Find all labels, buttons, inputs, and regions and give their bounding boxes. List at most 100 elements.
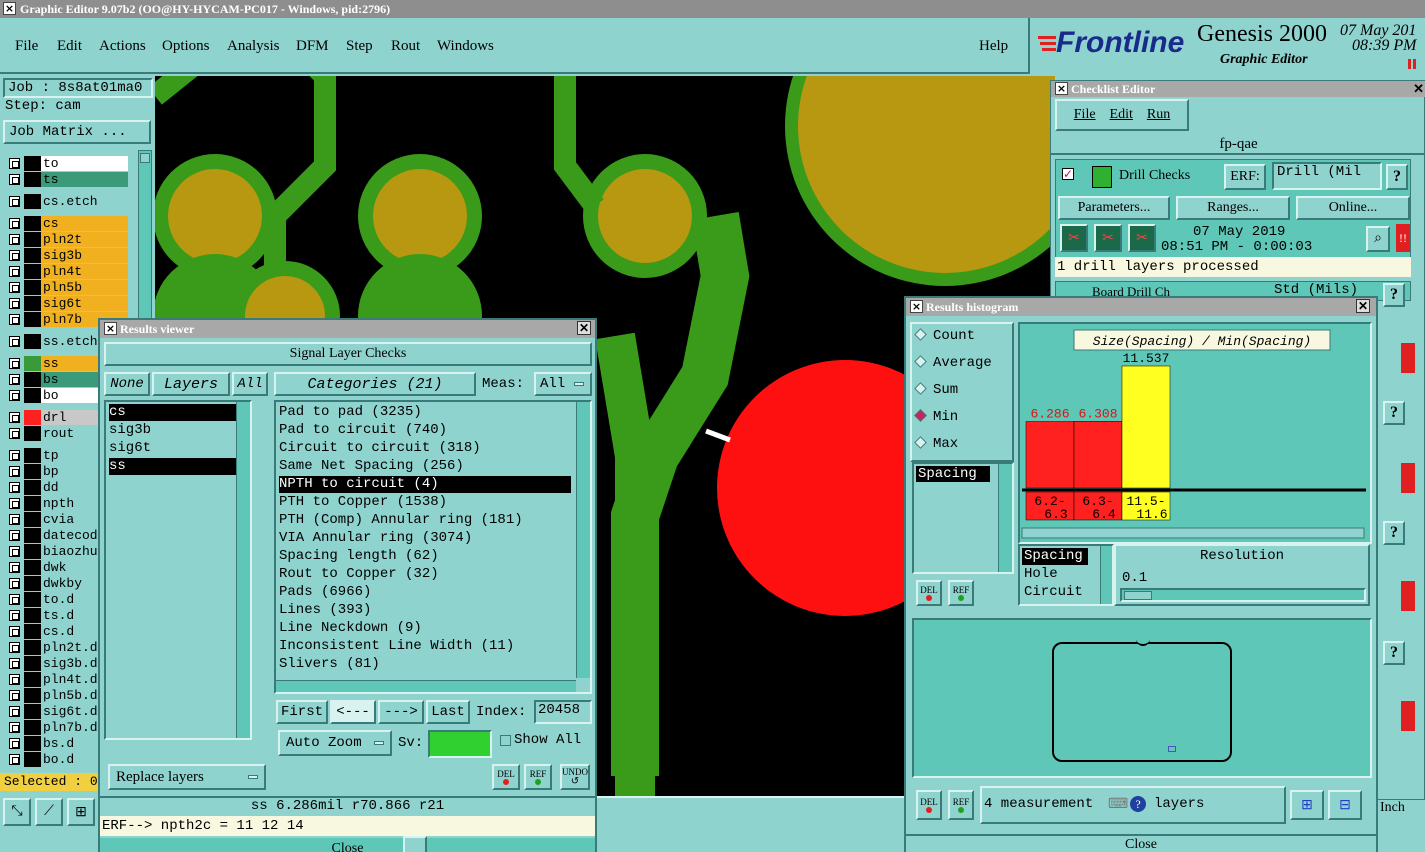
run-check-icon-2[interactable]: ✂ xyxy=(1094,224,1122,252)
layer-checkbox[interactable] xyxy=(9,158,20,169)
layer-row-pln4t[interactable]: pln4t xyxy=(6,264,128,279)
layer-swatch[interactable] xyxy=(24,688,41,703)
layer-swatch[interactable] xyxy=(24,156,41,171)
grid-tool-icon[interactable]: ⊞ xyxy=(67,798,95,826)
layer-checkbox[interactable] xyxy=(9,690,20,701)
layer-swatch[interactable] xyxy=(24,388,41,403)
layer-swatch[interactable] xyxy=(24,704,41,719)
rv-category-item[interactable]: Pads (6966) xyxy=(279,584,571,601)
rv-layer-item[interactable]: sig3b xyxy=(109,422,247,439)
layer-swatch[interactable] xyxy=(24,720,41,735)
rv-category-item[interactable]: Circuit to circuit (318) xyxy=(279,440,571,457)
type-hole[interactable]: Hole xyxy=(1024,566,1058,582)
results-viewer-close-icon[interactable]: ✕ xyxy=(577,321,591,335)
export-icon[interactable]: ⊞ xyxy=(1290,790,1324,820)
categories-button[interactable]: Categories (21) xyxy=(274,372,476,396)
layer-name[interactable]: ts xyxy=(41,172,128,187)
histogram-close-button[interactable]: Close xyxy=(906,834,1376,852)
del-button[interactable]: DEL xyxy=(492,764,520,790)
layer-row-cs-etch[interactable]: cs.etch xyxy=(6,194,128,209)
layer-checkbox[interactable] xyxy=(9,450,20,461)
rv-layer-item[interactable]: ss xyxy=(109,458,247,475)
index-input[interactable]: 20458 xyxy=(534,700,592,724)
run-check-icon-3[interactable]: ✂ xyxy=(1128,224,1156,252)
layer-checkbox[interactable] xyxy=(9,314,20,325)
layer-checkbox[interactable] xyxy=(9,722,20,733)
layer-row-to[interactable]: to xyxy=(6,156,128,171)
layer-checkbox[interactable] xyxy=(9,390,20,401)
layers-all-button[interactable]: All xyxy=(232,372,268,396)
layer-checkbox[interactable] xyxy=(9,498,20,509)
checklist-menu-file[interactable]: File xyxy=(1074,107,1096,123)
layer-checkbox[interactable] xyxy=(9,298,20,309)
layer-name[interactable]: to xyxy=(41,156,128,171)
run-check-icon[interactable]: ✂ xyxy=(1060,224,1088,252)
type-list-scrollbar[interactable] xyxy=(1100,546,1112,604)
layers-button[interactable]: Layers xyxy=(152,372,230,396)
hist-ref-button[interactable]: REF xyxy=(948,580,974,606)
layer-name[interactable]: cs.etch xyxy=(41,194,128,209)
resolution-slider-thumb[interactable] xyxy=(1124,591,1152,600)
layer-checkbox[interactable] xyxy=(9,578,20,589)
mode-max[interactable]: Max xyxy=(914,436,958,452)
rv-category-item[interactable]: Same Net Spacing (256) xyxy=(279,458,571,475)
mode-count[interactable]: Count xyxy=(914,328,975,344)
layer-swatch[interactable] xyxy=(24,448,41,463)
layer-checkbox[interactable] xyxy=(9,250,20,261)
layer-row-pln5b[interactable]: pln5b xyxy=(6,280,128,295)
next-button[interactable]: ---> xyxy=(378,700,424,724)
hist-del2-button[interactable]: DEL xyxy=(916,790,942,820)
layer-checkbox[interactable] xyxy=(9,738,20,749)
check3-help-button[interactable]: ? xyxy=(1383,401,1405,425)
layer-checkbox[interactable] xyxy=(9,428,20,439)
zoom-tool-icon[interactable]: ⤡ xyxy=(3,798,31,826)
layer-swatch[interactable] xyxy=(24,512,41,527)
layers-list-scrollbar[interactable] xyxy=(236,402,250,738)
rv-category-item[interactable]: NPTH to circuit (4) xyxy=(279,476,571,493)
layer-checkbox[interactable] xyxy=(9,218,20,229)
layer-swatch[interactable] xyxy=(24,656,41,671)
histogram-menu-icon[interactable]: × xyxy=(910,300,923,313)
layer-swatch[interactable] xyxy=(24,334,41,349)
layer-swatch[interactable] xyxy=(24,356,41,371)
mode-min[interactable]: Min xyxy=(914,409,958,425)
histogram-bar[interactable] xyxy=(1025,421,1075,489)
rv-layer-item[interactable]: sig6t xyxy=(109,440,247,457)
layer-row-ts[interactable]: ts xyxy=(6,172,128,187)
first-button[interactable]: First xyxy=(276,700,328,724)
categories-hscrollbar[interactable] xyxy=(276,680,576,692)
layer-swatch[interactable] xyxy=(24,280,41,295)
help-icon[interactable]: ? xyxy=(1130,796,1146,812)
mode-average[interactable]: Average xyxy=(914,355,992,371)
histogram-bar[interactable] xyxy=(1121,365,1171,489)
categories-scrollbar[interactable] xyxy=(576,402,590,678)
results-viewer-menu-icon[interactable]: × xyxy=(104,322,117,335)
layer-checkbox[interactable] xyxy=(9,674,20,685)
radio-diamond-icon[interactable] xyxy=(914,436,927,449)
layer-checkbox[interactable] xyxy=(9,412,20,423)
menu-actions[interactable]: Actions xyxy=(99,38,146,55)
layer-swatch[interactable] xyxy=(24,372,41,387)
layer-name[interactable]: pln5b xyxy=(41,280,128,295)
layer-checkbox[interactable] xyxy=(9,546,20,557)
menu-edit[interactable]: Edit xyxy=(57,38,82,55)
layer-checkbox[interactable] xyxy=(9,594,20,605)
layer-checkbox[interactable] xyxy=(9,658,20,669)
menu-rout[interactable]: Rout xyxy=(391,38,420,55)
type-circuit[interactable]: Circuit xyxy=(1024,584,1083,600)
layer-row-cs[interactable]: cs xyxy=(6,216,128,231)
rv-category-item[interactable]: PTH (Comp) Annular ring (181) xyxy=(279,512,571,529)
layer-checkbox[interactable] xyxy=(9,610,20,621)
radio-diamond-icon[interactable] xyxy=(914,328,927,341)
sv-color-select[interactable] xyxy=(428,730,492,758)
check-drill-checkbox[interactable]: ✓ xyxy=(1062,168,1074,180)
chart-hscrollbar[interactable] xyxy=(1021,527,1365,539)
layer-name[interactable]: sig6t xyxy=(41,296,128,311)
layer-swatch[interactable] xyxy=(24,576,41,591)
rv-category-item[interactable]: Inconsistent Line Width (11) xyxy=(279,638,571,655)
units-label[interactable]: Inch xyxy=(1378,800,1425,824)
layers-none-button[interactable]: None xyxy=(104,372,150,396)
erf-value[interactable]: Drill (Mil xyxy=(1272,162,1382,190)
layer-checkbox[interactable] xyxy=(9,466,20,477)
hist-ref2-button[interactable]: REF xyxy=(948,790,974,820)
